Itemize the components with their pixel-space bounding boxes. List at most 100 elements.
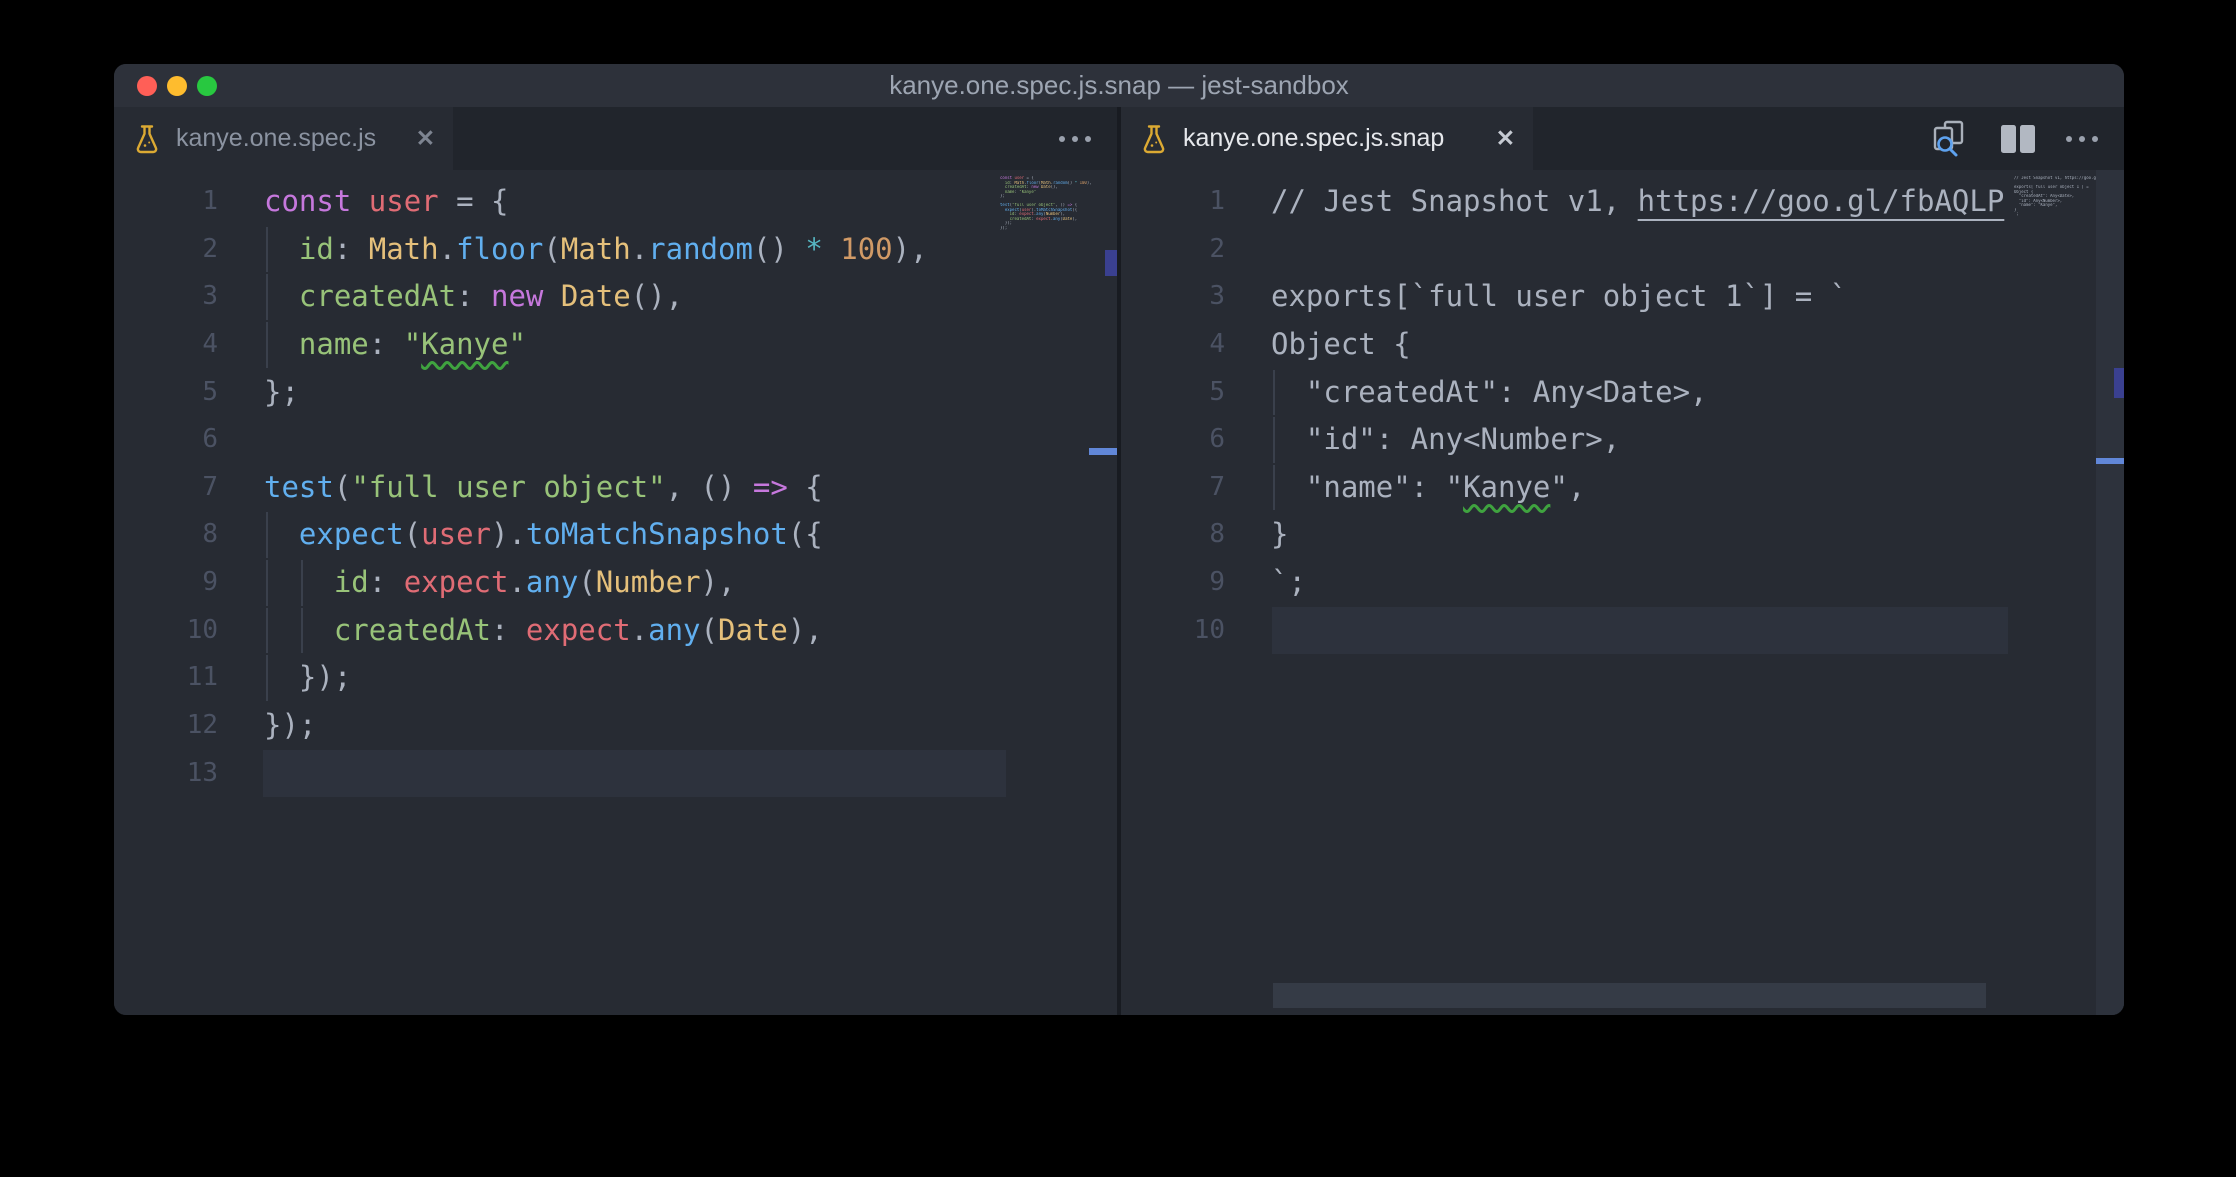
editor-group-right: kanye.one.spec.js.snap ✕ (1121, 107, 2124, 1015)
code-line[interactable]: 1const user = { (114, 178, 1117, 226)
horizontal-scrollbar[interactable] (1273, 983, 1986, 1008)
flask-icon (134, 124, 160, 154)
ruler-marker (1105, 250, 1117, 276)
code-text: name: "Kanye" (218, 321, 526, 369)
code-text: createdAt: expect.any(Date), (218, 607, 823, 655)
flask-icon (1141, 124, 1167, 154)
code-editor-right[interactable]: 1// Jest Snapshot v1, https://goo.gl/fbA… (1121, 170, 2124, 1015)
line-number: 1 (1121, 178, 1225, 226)
titlebar[interactable]: kanye.one.spec.js.snap — jest-sandbox (114, 64, 2124, 107)
code-editor-left[interactable]: 1const user = {2 id: Math.floor(Math.ran… (114, 170, 1117, 1015)
line-number: 8 (1121, 511, 1225, 559)
code-line[interactable]: 6 (114, 416, 1117, 464)
code-text: "createdAt": Any<Date>, (1225, 369, 1708, 417)
code-text: expect(user).toMatchSnapshot({ (218, 511, 823, 559)
code-line[interactable]: 7test("full user object", () => { (114, 464, 1117, 512)
current-line-highlight (1272, 607, 2008, 655)
line-number: 11 (114, 654, 218, 702)
code-text: }; (218, 369, 299, 417)
line-number: 2 (114, 226, 218, 274)
close-tab-icon[interactable]: ✕ (1496, 125, 1515, 152)
code-text: createdAt: new Date(), (218, 273, 683, 321)
code-text: }); (218, 702, 316, 750)
more-actions-icon[interactable] (1059, 136, 1091, 142)
tab-kanye-one-spec-js-snap[interactable]: kanye.one.spec.js.snap ✕ (1121, 107, 1533, 170)
code-text: "name": "Kanye", (1225, 464, 1585, 512)
line-number: 4 (114, 321, 218, 369)
line-number: 5 (114, 369, 218, 417)
more-actions-icon[interactable] (2066, 136, 2098, 142)
line-number: 9 (114, 559, 218, 607)
code-line[interactable]: 4 name: "Kanye" (114, 321, 1117, 369)
vscode-window: kanye.one.spec.js.snap — jest-sandbox ka… (114, 64, 2124, 1015)
line-number: 6 (1121, 416, 1225, 464)
code-text: id: Math.floor(Math.random() * 100), (218, 226, 928, 274)
overview-ruler-right[interactable] (2096, 170, 2124, 1015)
split-editor-icon[interactable] (2000, 124, 2036, 154)
minimize-window-button[interactable] (167, 76, 187, 96)
line-number: 10 (114, 607, 218, 655)
line-number: 12 (114, 702, 218, 750)
code-line[interactable]: 10 createdAt: expect.any(Date), (114, 607, 1117, 655)
line-number: 3 (1121, 273, 1225, 321)
tab-bar-left: kanye.one.spec.js ✕ (114, 107, 1117, 170)
traffic-lights (137, 76, 217, 96)
overview-ruler-left[interactable] (1089, 170, 1117, 1015)
close-window-button[interactable] (137, 76, 157, 96)
code-text (1225, 226, 1271, 274)
editor-split: kanye.one.spec.js ✕ 1const user = {2 id:… (114, 107, 2124, 1015)
code-line[interactable]: 8} (1121, 511, 2124, 559)
code-line[interactable]: 3 createdAt: new Date(), (114, 273, 1117, 321)
tab-kanye-one-spec-js[interactable]: kanye.one.spec.js ✕ (114, 107, 453, 170)
minimap-left[interactable]: const user = { id: Math.floor(Math.rando… (1000, 176, 1096, 235)
code-text: exports[`full user object 1`] = ` (1225, 273, 1847, 321)
code-text: id: expect.any(Number), (218, 559, 735, 607)
code-line[interactable]: 6 "id": Any<Number>, (1121, 416, 2124, 464)
line-number: 9 (1121, 559, 1225, 607)
code-line[interactable]: 11 }); (114, 654, 1117, 702)
ruler-cursor-marker (1089, 448, 1117, 455)
tab-label: kanye.one.spec.js.snap (1183, 124, 1444, 153)
editor-group-left: kanye.one.spec.js ✕ 1const user = {2 id:… (114, 107, 1117, 1015)
tab-bar-actions-left (1059, 107, 1117, 170)
code-line[interactable]: 3exports[`full user object 1`] = ` (1121, 273, 2124, 321)
code-lines-right: 1// Jest Snapshot v1, https://goo.gl/fbA… (1121, 170, 2124, 1015)
code-text: test("full user object", () => { (218, 464, 823, 512)
ruler-marker (2114, 368, 2124, 398)
code-line[interactable]: 10 (1121, 607, 2124, 655)
code-text (218, 416, 264, 464)
code-line[interactable]: 13 (114, 750, 1117, 798)
tab-bar-right: kanye.one.spec.js.snap ✕ (1121, 107, 2124, 170)
line-number: 5 (1121, 369, 1225, 417)
line-number: 7 (114, 464, 218, 512)
code-line[interactable]: 7 "name": "Kanye", (1121, 464, 2124, 512)
code-lines-left: 1const user = {2 id: Math.floor(Math.ran… (114, 170, 1117, 1015)
code-line[interactable]: 12}); (114, 702, 1117, 750)
line-number: 10 (1121, 607, 1225, 655)
code-line[interactable]: 9 id: expect.any(Number), (114, 559, 1117, 607)
ruler-cursor-marker (2096, 458, 2124, 464)
code-line[interactable]: 5 "createdAt": Any<Date>, (1121, 369, 2124, 417)
editor-actions-right (1930, 107, 2124, 170)
code-line[interactable]: 2 id: Math.floor(Math.random() * 100), (114, 226, 1117, 274)
code-line[interactable]: 5}; (114, 369, 1117, 417)
code-text: } (1225, 511, 1288, 559)
code-line[interactable]: 8 expect(user).toMatchSnapshot({ (114, 511, 1117, 559)
document-search-icon[interactable] (1930, 119, 1970, 159)
code-text: `; (1225, 559, 1306, 607)
code-line[interactable]: 9`; (1121, 559, 2124, 607)
code-text (1225, 607, 1271, 655)
code-text: // Jest Snapshot v1, https://goo.gl/fbAQ… (1225, 178, 2004, 226)
code-text: "id": Any<Number>, (1225, 416, 1620, 464)
zoom-window-button[interactable] (197, 76, 217, 96)
code-line[interactable]: 2 (1121, 226, 2124, 274)
code-text: const user = { (218, 178, 508, 226)
line-number: 2 (1121, 226, 1225, 274)
current-line-highlight (263, 750, 1006, 798)
code-line[interactable]: 4Object { (1121, 321, 2124, 369)
line-number: 7 (1121, 464, 1225, 512)
tab-label: kanye.one.spec.js (176, 124, 376, 153)
close-tab-icon[interactable]: ✕ (416, 125, 435, 152)
code-line[interactable]: 1// Jest Snapshot v1, https://goo.gl/fbA… (1121, 178, 2124, 226)
line-number: 8 (114, 511, 218, 559)
